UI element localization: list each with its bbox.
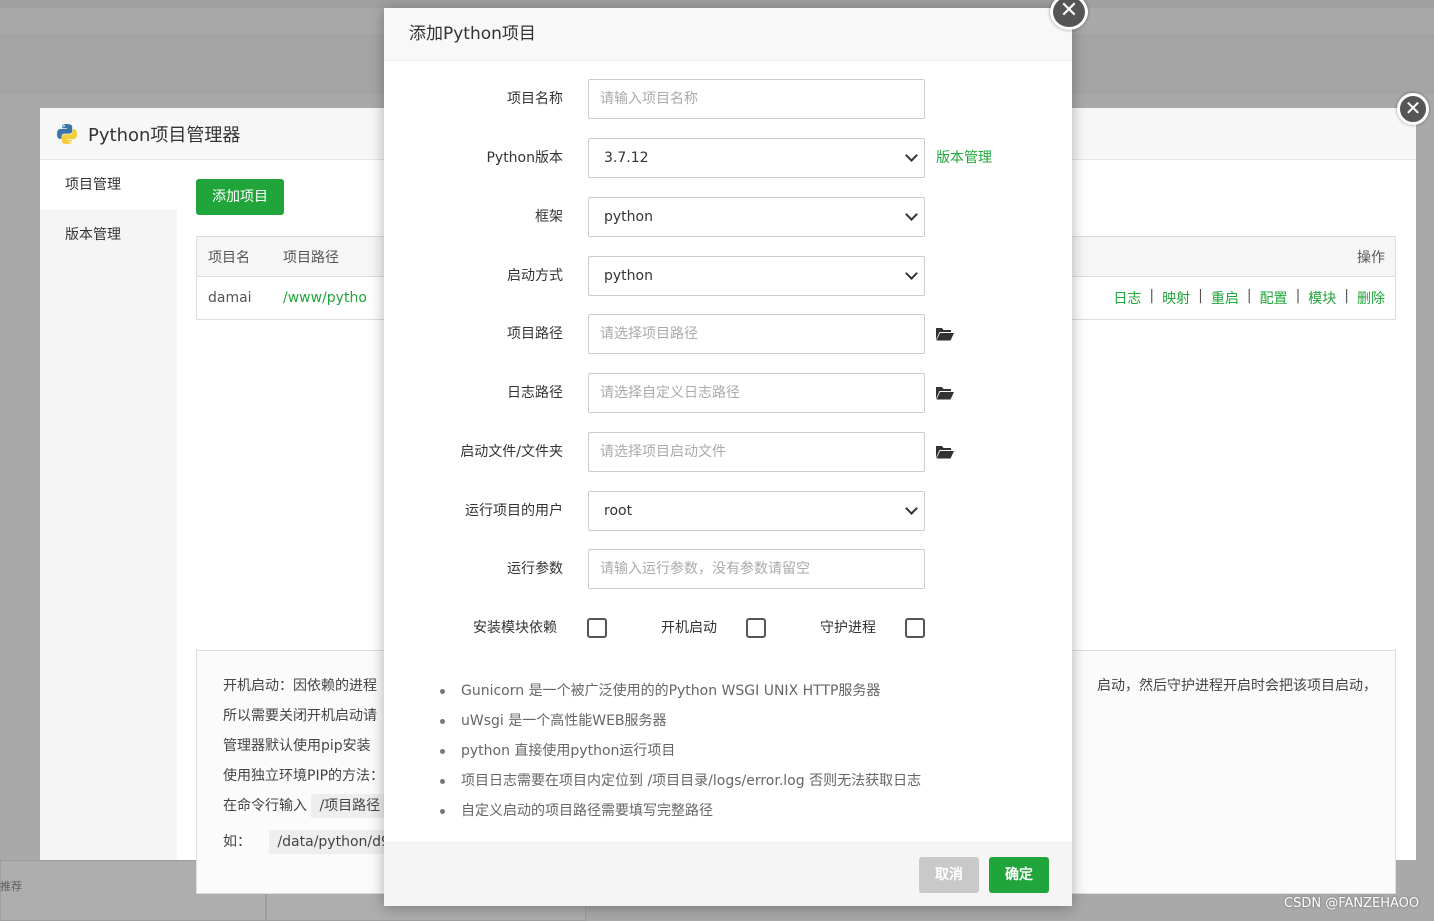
action-map-link[interactable]: 映射 (1162, 288, 1190, 308)
python-logo-icon (57, 123, 77, 144)
field-row-framework: 框架 python (384, 197, 1072, 237)
separator: | (1149, 288, 1155, 304)
select-value: python (604, 209, 653, 225)
list-item: uWsgi 是一个高性能WEB服务器 (440, 706, 921, 736)
list-item: 项目日志需要在项目内定位到 /项目目录/logs/error.log 否则无法获… (440, 766, 921, 796)
field-row-args: 运行参数 (384, 549, 1072, 589)
action-modules-link[interactable]: 模块 (1308, 288, 1336, 308)
select-value: root (604, 503, 633, 519)
select-value: python (604, 268, 653, 284)
start-mode-select[interactable]: python (588, 256, 925, 296)
manager-sidebar: 项目管理 版本管理 (40, 160, 177, 860)
framework-select[interactable]: python (588, 197, 925, 237)
field-row-user: 运行项目的用户 root (384, 491, 1072, 531)
select-value: 3.7.12 (604, 150, 649, 166)
python-version-select[interactable]: 3.7.12 (588, 138, 925, 178)
chevron-down-icon (905, 149, 918, 162)
project-name-input[interactable] (588, 79, 925, 119)
manager-close-button[interactable]: ✕ (1397, 93, 1429, 125)
dialog-title: 添加Python项目 (384, 8, 1072, 61)
chevron-down-icon (905, 267, 918, 280)
note-text: 在命令行输入 (223, 798, 307, 814)
list-item: python 直接使用python运行项目 (440, 736, 921, 766)
run-args-input[interactable] (588, 549, 925, 589)
daemon-checkbox[interactable] (905, 618, 925, 638)
field-label: 运行参数 (507, 561, 563, 577)
start-file-input[interactable] (588, 432, 925, 472)
log-path-input[interactable] (588, 373, 925, 413)
separator: | (1246, 288, 1252, 304)
field-row-version: Python版本 3.7.12 版本管理 (384, 138, 1072, 178)
run-user-select[interactable]: root (588, 491, 925, 531)
field-label: 框架 (535, 209, 563, 225)
daemon-label: 守护进程 (820, 620, 876, 636)
row-actions: 日志 | 映射 | 重启 | 配置 | 模块 | 删除 (1113, 288, 1385, 308)
install-deps-checkbox[interactable] (587, 618, 607, 638)
field-label: 启动文件/文件夹 (460, 444, 563, 460)
action-restart-link[interactable]: 重启 (1211, 288, 1239, 308)
cell-project-name: damai (208, 290, 252, 306)
list-item: Gunicorn 是一个被广泛使用的的Python WSGI UNIX HTTP… (440, 676, 921, 706)
folder-open-icon[interactable] (936, 386, 954, 400)
folder-open-icon[interactable] (936, 445, 954, 459)
sidebar-item-project-management[interactable]: 项目管理 (40, 160, 177, 210)
field-row-startfile: 启动文件/文件夹 (384, 432, 1072, 472)
autostart-label: 开机启动 (661, 620, 717, 636)
cancel-button[interactable]: 取消 (919, 857, 979, 893)
field-row-start-mode: 启动方式 python (384, 256, 1072, 296)
watermark: CSDN @FANZEHAOO (1284, 896, 1420, 911)
list-item: 自定义启动的项目路径需要填写完整路径 (440, 796, 921, 826)
note-code: /项目路径 (311, 794, 389, 818)
confirm-button[interactable]: 确定 (989, 857, 1049, 893)
action-delete-link[interactable]: 删除 (1357, 288, 1385, 308)
note-text: 启动，然后守护进程开启时会把该项目启动， (1097, 678, 1377, 694)
version-management-link[interactable]: 版本管理 (936, 138, 992, 178)
note-text: 开机启动：因依赖的进程 (223, 678, 377, 694)
add-python-project-dialog: 添加Python项目 项目名称 Python版本 3.7.12 版本管理 框架 … (384, 8, 1072, 906)
field-row-name: 项目名称 (384, 79, 1072, 119)
field-label: 运行项目的用户 (465, 503, 563, 519)
sidebar-item-version-management[interactable]: 版本管理 (40, 210, 177, 260)
field-label: Python版本 (486, 150, 563, 166)
col-header-name: 项目名 (208, 249, 250, 266)
col-header-ops: 操作 (1357, 249, 1385, 266)
separator: | (1198, 288, 1203, 304)
folder-open-icon[interactable] (936, 327, 954, 341)
add-project-button[interactable]: 添加项目 (196, 179, 284, 215)
install-deps-label: 安装模块依赖 (473, 620, 557, 636)
autostart-checkbox[interactable] (746, 618, 766, 638)
chevron-down-icon (905, 502, 918, 515)
action-config-link[interactable]: 配置 (1260, 288, 1288, 308)
field-label: 启动方式 (507, 268, 563, 284)
field-label: 项目名称 (507, 91, 563, 107)
field-row-path: 项目路径 (384, 314, 1072, 354)
note-code: /data/python/d9 (269, 830, 398, 854)
separator: | (1344, 288, 1349, 304)
action-log-link[interactable]: 日志 (1113, 288, 1141, 308)
project-path-input[interactable] (588, 314, 925, 354)
field-label: 日志路径 (507, 385, 563, 401)
dialog-footer: 取消 确定 (384, 842, 1072, 906)
tips-list: Gunicorn 是一个被广泛使用的的Python WSGI UNIX HTTP… (440, 676, 921, 826)
field-label: 项目路径 (507, 326, 563, 342)
chevron-down-icon (905, 208, 918, 221)
manager-title: Python项目管理器 (88, 124, 241, 146)
separator: | (1295, 288, 1301, 304)
options-row: 安装模块依赖 开机启动 守护进程 (384, 616, 1072, 640)
note-text: 如： (223, 834, 251, 850)
field-row-log: 日志路径 (384, 373, 1072, 413)
